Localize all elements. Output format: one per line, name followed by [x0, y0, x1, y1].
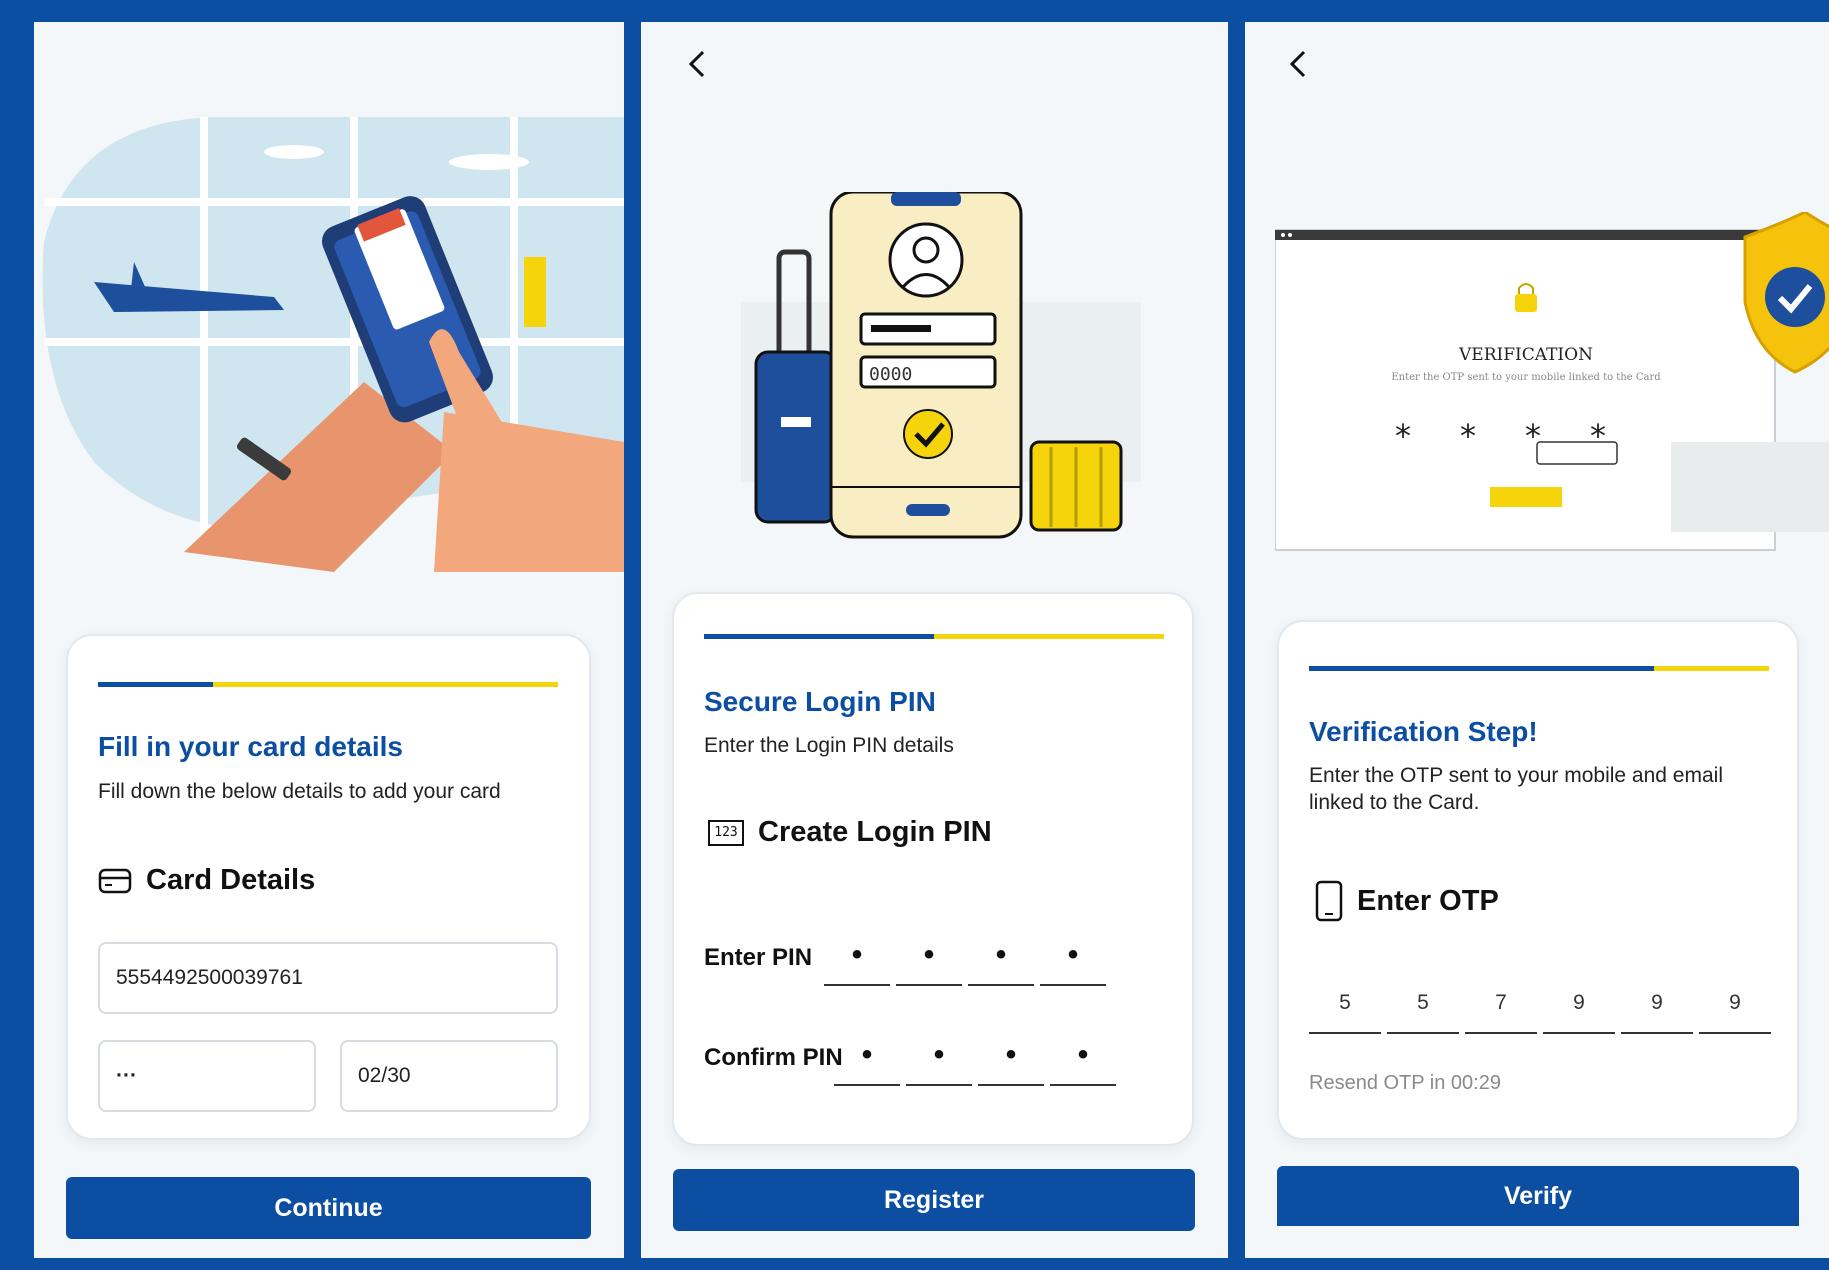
progress-remaining [213, 682, 558, 687]
card-details-card: Fill in your card details Fill down the … [66, 634, 591, 1140]
login-pin-screen: 0000 Secure Login PIN Enter the Login PI… [641, 22, 1228, 1258]
otp-digit-input[interactable]: 9 [1621, 974, 1693, 1034]
create-pin-header: 123 Create Login PIN [708, 816, 992, 849]
step-progress-bar [704, 634, 1164, 639]
pin-digit-input[interactable]: • [824, 926, 890, 986]
card-number-value: 5554492500039761 [116, 966, 303, 989]
illustration-pin-text: 0000 [869, 364, 912, 385]
page-title: Fill in your card details [98, 731, 403, 762]
verification-illustration: VERIFICATION Enter the OTP sent to your … [1275, 212, 1829, 551]
page-title: Secure Login PIN [704, 686, 936, 717]
mobile-phone-icon [1315, 880, 1343, 922]
confirm-pin-digit-input[interactable]: • [978, 1026, 1044, 1086]
step-progress-bar [1309, 666, 1769, 671]
illustration-mask: * [1460, 417, 1476, 455]
illustration-caption: Enter the OTP sent to your mobile linked… [1391, 372, 1661, 383]
otp-digit-input[interactable]: 9 [1543, 974, 1615, 1034]
page-title: Verification Step! [1309, 716, 1538, 747]
travel-payment-illustration [42, 117, 624, 572]
card-number-input[interactable]: 5554492500039761 [98, 942, 558, 1014]
resend-otp-timer: Resend OTP in 00:29 [1309, 1072, 1501, 1094]
login-pin-illustration: 0000 [741, 192, 1141, 539]
progress-remaining [934, 634, 1164, 639]
expiry-value: 02/30 [358, 1064, 411, 1087]
add-card-screen: Fill in your card details Fill down the … [34, 22, 624, 1258]
login-pin-card: Secure Login PIN Enter the Login PIN det… [672, 592, 1194, 1146]
enter-pin-label: Enter PIN [704, 944, 813, 971]
enter-otp-header: Enter OTP [1315, 880, 1499, 922]
continue-button[interactable]: Continue [66, 1177, 591, 1239]
progress-fill [1309, 666, 1654, 671]
confirm-pin-digit-input[interactable]: • [834, 1026, 900, 1086]
pin-digit-input[interactable]: • [968, 926, 1034, 986]
credit-card-icon [98, 868, 132, 893]
illustration-heading: VERIFICATION [1458, 345, 1593, 365]
expiry-input[interactable]: 02/30 [340, 1040, 558, 1112]
step-progress-bar [98, 682, 558, 687]
otp-digit-input[interactable]: 7 [1465, 974, 1537, 1034]
back-button[interactable] [675, 42, 719, 86]
confirm-pin-label: Confirm PIN [704, 1044, 843, 1071]
otp-digit-input[interactable]: 9 [1699, 974, 1771, 1034]
cvv-input[interactable]: ··· [98, 1040, 316, 1112]
section-label: Enter OTP [1357, 884, 1499, 917]
progress-remaining [1654, 666, 1769, 671]
page-subtitle-line1: Enter the OTP sent to your mobile and em… [1309, 764, 1723, 787]
verification-card: Verification Step! Enter the OTP sent to… [1277, 620, 1799, 1140]
progress-fill [704, 634, 934, 639]
pin-digit-input[interactable]: • [896, 926, 962, 986]
page-subtitle: Fill down the below details to add your … [98, 780, 501, 803]
chevron-left-icon [1289, 50, 1306, 78]
confirm-pin-digit-input[interactable]: • [906, 1026, 972, 1086]
page-subtitle-line2: linked to the Card. [1309, 791, 1480, 814]
otp-digit-input[interactable]: 5 [1387, 974, 1459, 1034]
illustration-mask: * [1395, 417, 1411, 455]
otp-verification-screen: VERIFICATION Enter the OTP sent to your … [1245, 22, 1829, 1258]
card-details-header: Card Details [98, 864, 315, 897]
page-subtitle: Enter the Login PIN details [704, 734, 954, 757]
otp-digit-input[interactable]: 5 [1309, 974, 1381, 1034]
confirm-pin-digit-input[interactable]: • [1050, 1026, 1116, 1086]
section-label: Card Details [146, 864, 316, 896]
cvv-value: ··· [116, 1064, 137, 1087]
register-button[interactable]: Register [673, 1169, 1195, 1231]
back-button[interactable] [1276, 42, 1320, 86]
verify-button[interactable]: Verify [1277, 1166, 1799, 1226]
section-label: Create Login PIN [758, 816, 992, 848]
keypad-123-icon: 123 [708, 819, 744, 846]
pin-digit-input[interactable]: • [1040, 926, 1106, 986]
chevron-left-icon [688, 50, 705, 78]
progress-fill [98, 682, 213, 687]
